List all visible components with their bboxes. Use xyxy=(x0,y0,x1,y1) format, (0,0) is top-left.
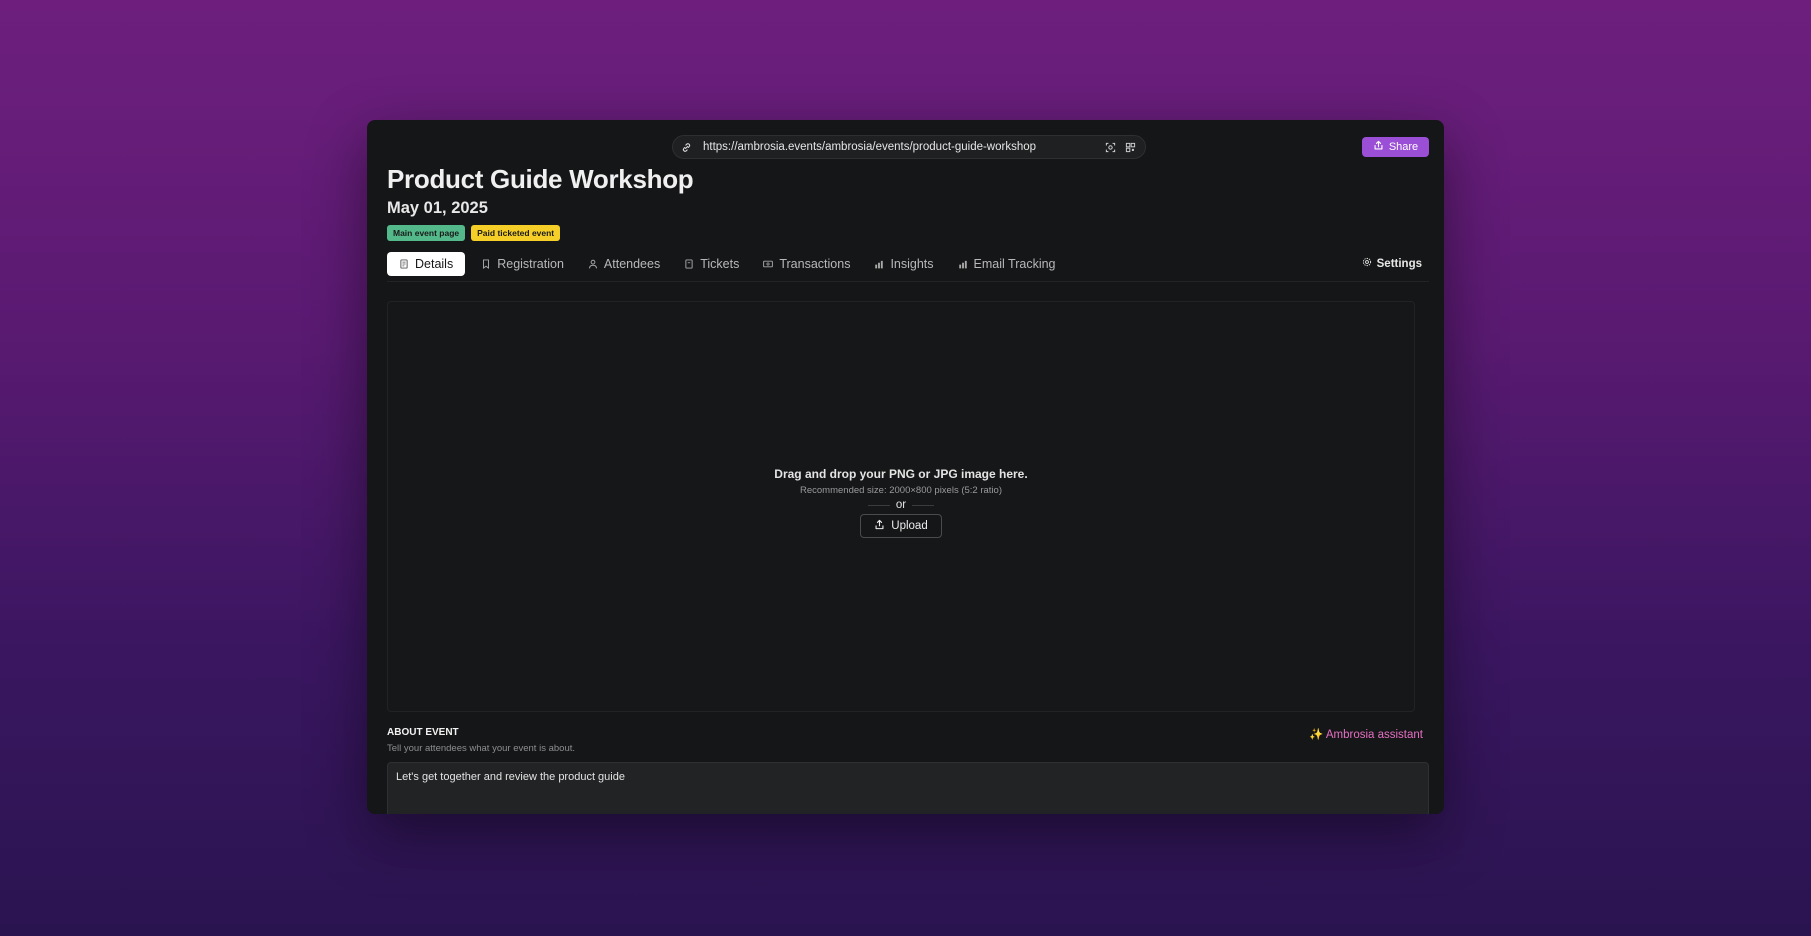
url-text: https://ambrosia.events/ambrosia/events/… xyxy=(703,141,1037,153)
divider-line xyxy=(867,504,890,506)
link-icon xyxy=(681,140,695,154)
tab-label: Attendees xyxy=(603,257,661,271)
tab-label: Transactions xyxy=(779,257,851,271)
ticket-icon xyxy=(684,259,694,269)
tab-registration[interactable]: Registration xyxy=(469,252,576,276)
tab-tickets[interactable]: Tickets xyxy=(672,252,751,276)
tab-email-tracking[interactable]: Email Tracking xyxy=(946,252,1068,276)
person-icon xyxy=(588,259,598,269)
share-label: Share xyxy=(1388,141,1419,153)
settings-label: Settings xyxy=(1376,257,1422,270)
tab-bar: Details Registration Attendees Tickets T… xyxy=(387,252,1068,276)
divider-line xyxy=(912,504,935,506)
image-dropzone[interactable]: Drag and drop your PNG or JPG image here… xyxy=(387,301,1415,712)
about-event-textarea[interactable]: Let's get together and review the produc… xyxy=(387,762,1429,814)
tab-label: Registration xyxy=(497,257,564,271)
tab-label: Details xyxy=(415,257,454,271)
settings-button[interactable]: Settings xyxy=(1362,257,1422,270)
status-badge-main-event: Main event page xyxy=(387,225,466,241)
qr-code-icon[interactable] xyxy=(1123,140,1137,154)
dropzone-title: Drag and drop your PNG or JPG image here… xyxy=(774,467,1028,481)
tab-transactions[interactable]: Transactions xyxy=(751,252,862,276)
share-icon xyxy=(1373,140,1384,154)
money-icon xyxy=(763,259,774,269)
assistant-label: Ambrosia assistant xyxy=(1325,729,1423,741)
tab-details[interactable]: Details xyxy=(387,252,466,276)
tab-label: Insights xyxy=(890,257,934,271)
upload-button[interactable]: Upload xyxy=(860,514,942,538)
status-badge-paid-event: Paid ticketed event xyxy=(471,225,561,241)
page-title: Product Guide Workshop xyxy=(387,164,694,194)
dropzone-content: Drag and drop your PNG or JPG image here… xyxy=(388,467,1414,538)
about-heading: ABOUT EVENT xyxy=(387,727,459,738)
tab-label: Email Tracking xyxy=(973,257,1056,271)
ambrosia-assistant-button[interactable]: ✨ Ambrosia assistant xyxy=(1309,727,1423,741)
event-date: May 01, 2025 xyxy=(387,199,488,217)
document-icon xyxy=(399,259,409,269)
upload-label: Upload xyxy=(891,520,928,532)
sparkle-icon: ✨ xyxy=(1308,729,1324,741)
share-button[interactable]: Share xyxy=(1362,137,1429,157)
dropzone-subtitle: Recommended size: 2000×800 pixels (5:2 r… xyxy=(800,485,1002,496)
upload-icon xyxy=(874,519,885,533)
tab-label: Tickets xyxy=(700,257,740,271)
or-label: or xyxy=(895,499,907,511)
tab-insights[interactable]: Insights xyxy=(862,252,945,276)
about-text: Let's get together and review the produc… xyxy=(396,771,625,783)
tab-attendees[interactable]: Attendees xyxy=(576,252,672,276)
scan-icon[interactable] xyxy=(1103,140,1117,154)
bar-chart-icon xyxy=(958,259,968,269)
badge-group: Main event page Paid ticketed event xyxy=(387,225,561,241)
url-bar[interactable]: https://ambrosia.events/ambrosia/events/… xyxy=(672,135,1146,159)
dropzone-or: or xyxy=(388,499,1414,511)
about-subheading: Tell your attendees what your event is a… xyxy=(387,743,576,754)
bar-chart-icon xyxy=(874,259,884,269)
gear-icon xyxy=(1362,257,1372,270)
app-window: https://ambrosia.events/ambrosia/events/… xyxy=(367,120,1444,814)
divider xyxy=(387,281,1429,282)
bookmark-icon xyxy=(481,259,491,269)
